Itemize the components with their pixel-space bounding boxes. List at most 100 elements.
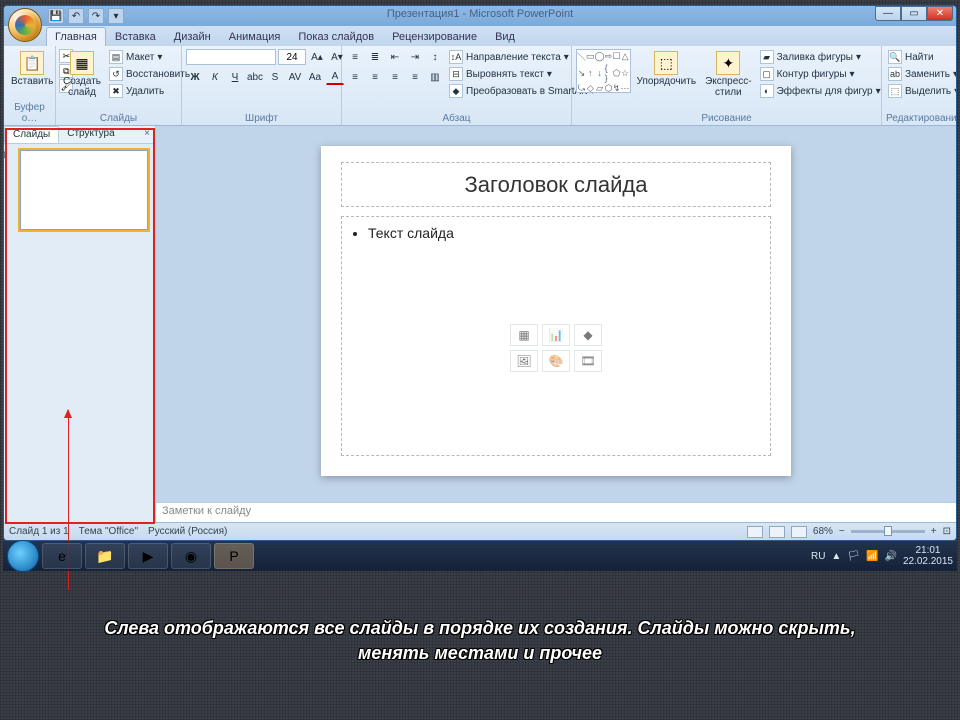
layout-button[interactable]: ▤Макет ▾ [107,49,192,65]
windows-taskbar: e 📁 ▶ ◉ P RU ▲ 🏳 📶 🔊 21:01 22.02.2015 [3,541,957,571]
slide-panel: Слайды Структура × 1 [4,126,156,522]
columns-button[interactable]: ▥ [426,69,444,85]
font-size-combo[interactable]: 24 [278,49,306,65]
bold-button[interactable]: Ж [186,69,204,85]
zoom-out-button[interactable]: − [839,526,845,537]
slides-group-label: Слайды [60,112,177,124]
decrease-indent-button[interactable]: ⇤ [386,49,404,65]
insert-media-icon[interactable]: 🎞 [574,350,602,372]
taskbar-ie-icon[interactable]: e [42,543,82,569]
clipboard-group-label: Буфер о… [8,101,51,124]
tray-battery-icon[interactable]: 🏳 [847,551,860,562]
align-center-button[interactable]: ≡ [366,69,384,85]
powerpoint-window: 💾 ↶ ↷ ▾ Презентация1 - Microsoft PowerPo… [3,5,957,541]
tab-insert[interactable]: Вставка [106,27,165,46]
change-case-button[interactable]: Aa [306,69,324,85]
grow-font-icon[interactable]: A▴ [308,49,326,65]
status-language[interactable]: Русский (Россия) [148,526,227,537]
zoom-slider[interactable] [851,530,925,533]
paste-button[interactable]: 📋 Вставить [8,49,56,90]
tab-slides-panel[interactable]: Слайды [4,126,59,143]
reset-button[interactable]: ↺Восстановить [107,66,192,82]
status-slide-info: Слайд 1 из 1 [9,526,69,537]
line-spacing-button[interactable]: ↕ [426,49,444,65]
slide-canvas[interactable]: Заголовок слайда Текст слайда ▦ 📊 ◆ 🖼 🎨 … [156,126,956,502]
layout-icon: ▤ [109,50,123,64]
tray-lang[interactable]: RU [811,551,825,562]
title-text: Заголовок слайда [465,172,648,198]
taskbar-chrome-icon[interactable]: ◉ [171,543,211,569]
shape-outline-button[interactable]: ▢Контур фигуры ▾ [758,66,883,82]
drawing-group-label: Рисование [576,112,877,124]
taskbar-wmp-icon[interactable]: ▶ [128,543,168,569]
sorter-view-button[interactable] [769,526,785,538]
qat-save-icon[interactable]: 💾 [48,8,64,24]
tray-volume-icon[interactable]: 🔊 [884,551,896,562]
tab-animation[interactable]: Анимация [220,27,290,46]
taskbar-explorer-icon[interactable]: 📁 [85,543,125,569]
arrange-button[interactable]: ⬚ Упорядочить [634,49,700,90]
insert-clipart-icon[interactable]: 🎨 [542,350,570,372]
content-placeholder[interactable]: Текст слайда ▦ 📊 ◆ 🖼 🎨 🎞 [341,216,771,456]
tab-home[interactable]: Главная [46,27,106,46]
statusbar: Слайд 1 из 1 Тема "Office" Русский (Росс… [4,522,956,540]
select-button[interactable]: ⬚Выделить ▾ [886,83,957,99]
quick-styles-button[interactable]: ✦ Экспресс-стили [702,49,755,100]
tab-review[interactable]: Рецензирование [383,27,486,46]
italic-button[interactable]: К [206,69,224,85]
close-button[interactable]: ✕ [927,6,953,21]
insert-table-icon[interactable]: ▦ [510,324,538,346]
taskbar-powerpoint-icon[interactable]: P [214,543,254,569]
qat-redo-icon[interactable]: ↷ [88,8,104,24]
slideshow-view-button[interactable] [791,526,807,538]
justify-button[interactable]: ≡ [406,69,424,85]
tab-outline-panel[interactable]: Структура [59,126,122,143]
insert-chart-icon[interactable]: 📊 [542,324,570,346]
tab-view[interactable]: Вид [486,27,524,46]
office-button[interactable] [8,8,42,42]
increase-indent-button[interactable]: ⇥ [406,49,424,65]
tab-slideshow[interactable]: Показ слайдов [289,27,383,46]
find-icon: 🔍 [888,50,902,64]
close-panel-icon[interactable]: × [139,126,155,143]
slide-thumbnail[interactable] [20,150,148,230]
zoom-percent: 68% [813,526,833,537]
titlebar: 💾 ↶ ↷ ▾ Презентация1 - Microsoft PowerPo… [4,6,956,26]
align-left-button[interactable]: ≡ [346,69,364,85]
insert-picture-icon[interactable]: 🖼 [510,350,538,372]
numbering-button[interactable]: ≣ [366,49,384,65]
qat-undo-icon[interactable]: ↶ [68,8,84,24]
zoom-in-button[interactable]: + [931,526,937,537]
tray-flag-icon[interactable]: ▲ [831,551,841,562]
tab-design[interactable]: Дизайн [165,27,220,46]
shadow-button[interactable]: S [266,69,284,85]
new-slide-icon: ▦ [70,51,94,75]
start-button[interactable] [7,540,39,572]
char-spacing-button[interactable]: AV [286,69,304,85]
normal-view-button[interactable] [747,526,763,538]
strike-button[interactable]: abc [246,69,264,85]
shape-fill-button[interactable]: ▰Заливка фигуры ▾ [758,49,883,65]
title-placeholder[interactable]: Заголовок слайда [341,162,771,207]
minimize-button[interactable]: — [875,6,901,21]
font-family-combo[interactable] [186,49,276,65]
delete-icon: ✖ [109,84,123,98]
notes-pane[interactable]: Заметки к слайду [156,502,956,522]
fit-window-button[interactable]: ⊡ [943,526,951,537]
tray-clock[interactable]: 21:01 22.02.2015 [903,545,953,567]
new-slide-button[interactable]: ▦ Создать слайд [60,49,104,100]
shapes-gallery[interactable]: ＼▭◯⇨☐△ ↘↑↓{ }⬠☆ ⤿◇▱⬡↯⋯ [576,49,631,93]
insert-smartart-icon2[interactable]: ◆ [574,324,602,346]
shape-effects-button[interactable]: ◐Эффекты для фигур ▾ [758,83,883,99]
bullets-button[interactable]: ≡ [346,49,364,65]
replace-button[interactable]: abЗаменить ▾ [886,66,957,82]
paste-icon: 📋 [20,51,44,75]
tray-network-icon[interactable]: 📶 [866,551,878,562]
find-button[interactable]: 🔍Найти [886,49,936,65]
align-right-button[interactable]: ≡ [386,69,404,85]
delete-button[interactable]: ✖Удалить [107,83,192,99]
underline-button[interactable]: Ч [226,69,244,85]
maximize-button[interactable]: ▭ [901,6,927,21]
qat-customize-icon[interactable]: ▾ [108,8,124,24]
paragraph-group-label: Абзац [346,112,567,124]
